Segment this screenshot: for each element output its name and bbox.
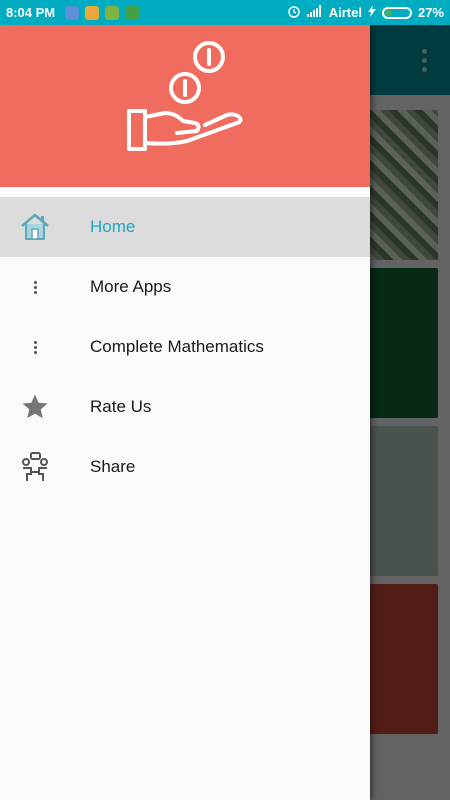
drawer-item-label: Home <box>90 217 136 236</box>
app-icon-2 <box>85 5 100 20</box>
status-left: 8:04 PM <box>6 5 140 20</box>
hand-coins-icon <box>125 37 245 167</box>
status-time: 8:04 PM <box>6 5 56 20</box>
battery-percent: 27% <box>417 5 444 20</box>
drawer-item-label: Rate Us <box>90 397 152 416</box>
share-people-icon <box>18 450 52 484</box>
status-right: Airtel 27% <box>287 4 444 21</box>
drawer-item-home[interactable]: Home <box>0 197 370 257</box>
header-divider <box>0 187 370 197</box>
drawer-item-label: More Apps <box>90 277 172 296</box>
app-icon-3 <box>105 5 120 20</box>
status-bar: 8:04 PM Airtel 27% <box>0 0 450 25</box>
battery-icon <box>381 6 412 19</box>
more-vert-icon <box>18 270 52 304</box>
home-icon <box>18 210 52 244</box>
drawer-item-share[interactable]: Share <box>0 437 370 497</box>
drawer-item-more-apps[interactable]: More Apps <box>0 257 370 317</box>
signal-icon <box>306 5 323 20</box>
app-icon-1 <box>65 5 80 20</box>
drawer-item-label: Complete Mathematics <box>90 337 264 356</box>
battery-fill <box>384 9 392 16</box>
app-icon-4 <box>125 5 140 20</box>
navigation-drawer: Home More Apps Complete Mathematics Rate… <box>0 25 370 800</box>
drawer-item-rate-us[interactable]: Rate Us <box>0 377 370 437</box>
drawer-item-complete-mathematics[interactable]: Complete Mathematics <box>0 317 370 377</box>
drawer-header <box>0 25 370 187</box>
more-vert-icon <box>18 330 52 364</box>
star-icon <box>18 390 52 424</box>
drawer-item-label: Share <box>90 457 136 476</box>
alarm-icon <box>287 4 301 21</box>
charging-icon <box>367 5 376 20</box>
carrier-label: Airtel <box>328 5 362 20</box>
